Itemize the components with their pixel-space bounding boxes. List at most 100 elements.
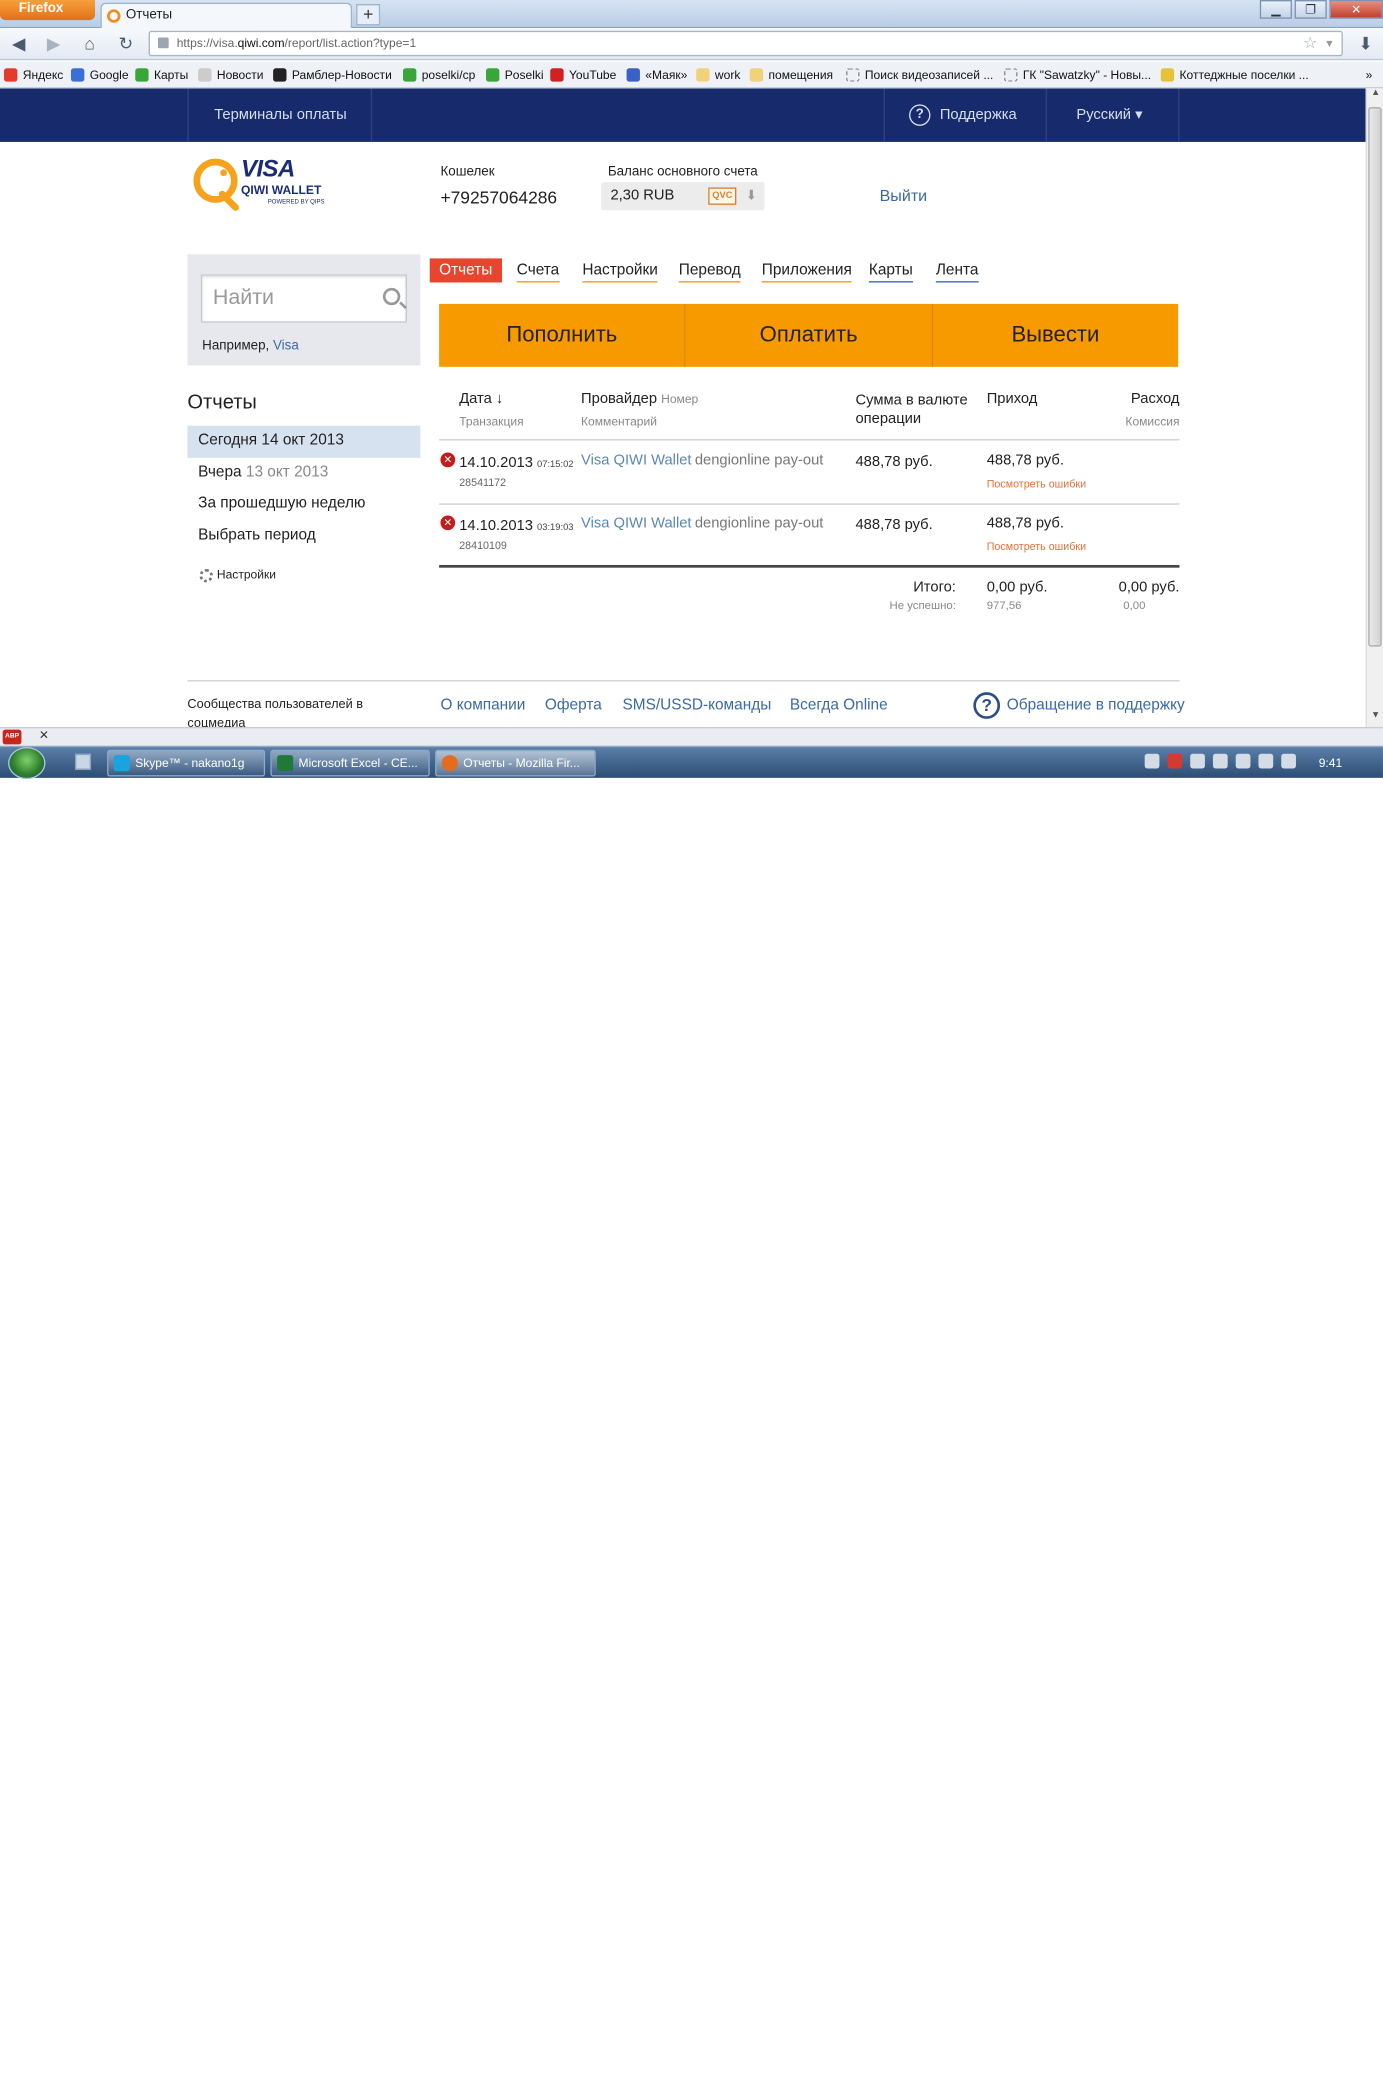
restore-icon[interactable]: ❐ — [1294, 0, 1327, 19]
url-dropdown-icon[interactable]: ▼ — [1324, 32, 1335, 55]
tab-apps[interactable]: Приложения — [761, 258, 852, 283]
period-yesterday[interactable]: Вчера 13 окт 2013 — [187, 457, 420, 488]
vertical-scrollbar[interactable]: ▲ ▼ — [1365, 88, 1383, 727]
tray-icon[interactable] — [1190, 753, 1205, 769]
period-week[interactable]: За прошедшую неделю — [187, 489, 420, 520]
bookmark-item[interactable]: Поиск видеозаписей ... — [846, 62, 993, 87]
firefox-menu-button[interactable]: Firefox — [0, 0, 96, 21]
taskbar-excel[interactable]: Microsoft Excel - CE... — [270, 749, 430, 777]
failed-expense: 0,00 — [1123, 598, 1146, 612]
bookmark-star-icon[interactable]: ☆ — [1303, 32, 1317, 55]
tab-reports[interactable]: Отчеты — [429, 258, 502, 283]
start-button[interactable] — [8, 747, 46, 780]
col-date[interactable]: Дата ↓ — [459, 391, 503, 407]
search-placeholder: Найти — [212, 286, 274, 310]
scroll-up-icon[interactable]: ▲ — [1367, 88, 1383, 104]
balance-selector[interactable]: 2,30 RUB QVC ⬇ — [601, 182, 765, 211]
bookmark-item[interactable]: Яндекс — [4, 62, 63, 87]
close-addon-bar-icon[interactable]: ✕ — [39, 728, 49, 743]
bookmark-folder[interactable]: work — [696, 62, 740, 87]
table-row[interactable]: ✕ 14.10.2013 07:15:02 28541172 Visa QIWI… — [439, 442, 1180, 505]
reload-icon[interactable]: ↻ — [115, 33, 136, 54]
forward-icon[interactable]: ▶ — [43, 33, 64, 54]
support-request-link[interactable]: ? Обращение в поддержку — [973, 692, 1185, 719]
search-input[interactable]: Найти — [200, 274, 407, 323]
search-icon[interactable] — [382, 287, 401, 306]
taskbar-skype[interactable]: Skype™ - nakano1g — [107, 749, 266, 777]
pay-button[interactable]: Оплатить — [686, 303, 933, 367]
footer-link-offer[interactable]: Оферта — [545, 698, 602, 714]
minimize-icon[interactable]: ▁ — [1259, 0, 1292, 19]
row-provider[interactable]: Visa QIWI Wallet — [581, 453, 691, 469]
nav-divider — [187, 88, 189, 142]
footer-link-sms[interactable]: SMS/USSD-команды — [623, 698, 772, 714]
view-errors-link[interactable]: Посмотреть ошибки — [987, 541, 1086, 553]
tray-icon[interactable] — [1167, 753, 1183, 769]
tab-accounts[interactable]: Счета — [516, 258, 560, 283]
adblock-icon[interactable]: ABP — [2, 729, 22, 745]
taskbar-clock[interactable]: 9:41 — [1319, 747, 1342, 779]
support-label: Поддержка — [939, 107, 1017, 124]
bookmark-item[interactable]: ГК "Sawatzky" - Новы... — [1004, 62, 1151, 87]
withdraw-button[interactable]: Вывести — [933, 304, 1178, 367]
terminals-link[interactable]: Терминалы оплаты — [214, 88, 346, 142]
bookmark-item[interactable]: Карты — [135, 62, 188, 87]
bookmark-folder[interactable]: помещения — [749, 62, 833, 87]
logout-link[interactable]: Выйти — [880, 186, 928, 205]
tray-icon[interactable] — [1144, 753, 1160, 769]
show-desktop-icon[interactable] — [74, 753, 92, 770]
browser-tab[interactable]: Отчеты — [100, 2, 353, 29]
action-buttons: Пополнить Оплатить Вывести — [439, 303, 1179, 367]
bookmark-item[interactable]: «Маяк» — [626, 62, 687, 87]
period-today[interactable]: Сегодня 14 окт 2013 — [187, 425, 421, 458]
tray-icon[interactable] — [1212, 753, 1228, 769]
table-row[interactable]: ✕ 14.10.2013 03:19:03 28410109 Visa QIWI… — [439, 505, 1180, 568]
failed-label: Не успешно: — [889, 598, 956, 612]
footer-link-about[interactable]: О компании — [440, 698, 525, 714]
tab-cards[interactable]: Карты — [868, 258, 913, 283]
bookmark-item[interactable]: Google — [70, 62, 129, 87]
tab-transfer[interactable]: Перевод — [678, 258, 741, 283]
url-bar[interactable]: https://visa.qiwi.com/report/list.action… — [148, 30, 1343, 57]
topup-button[interactable]: Пополнить — [439, 303, 686, 367]
network-icon[interactable] — [1258, 753, 1274, 769]
tray-icon[interactable] — [1235, 753, 1251, 769]
tab-feed[interactable]: Лента — [935, 258, 979, 283]
bookmark-item[interactable]: Коттеджные поселки ... — [1160, 62, 1309, 87]
new-tab-button[interactable]: + — [356, 4, 381, 26]
language-selector[interactable]: Русский ▾ — [1076, 88, 1142, 142]
help-icon: ? — [909, 104, 931, 126]
arrow-down-icon[interactable]: ⬇ — [746, 182, 757, 210]
scrollbar-thumb[interactable] — [1368, 107, 1382, 647]
volume-icon[interactable] — [1281, 753, 1296, 769]
footer-link-online[interactable]: Всегда Online — [790, 698, 888, 714]
bookmark-item[interactable]: poselki/cp — [402, 62, 475, 87]
qvc-badge: QVC — [708, 187, 737, 205]
search-example-link[interactable]: Visa — [273, 339, 299, 354]
row-provider[interactable]: Visa QIWI Wallet — [581, 515, 691, 531]
period-custom[interactable]: Выбрать период — [187, 520, 420, 551]
nav-divider — [370, 88, 373, 142]
support-link[interactable]: ? Поддержка — [909, 88, 1017, 142]
taskbar-firefox[interactable]: Отчеты - Mozilla Fir... — [435, 749, 596, 777]
view-errors-link[interactable]: Посмотреть ошибки — [987, 478, 1086, 490]
period-list: Сегодня 14 окт 2013 Вчера 13 окт 2013 За… — [187, 425, 421, 552]
bookmarks-overflow-icon[interactable]: » — [1366, 62, 1373, 87]
scroll-down-icon[interactable]: ▼ — [1367, 711, 1383, 727]
close-window-icon[interactable]: ✕ — [1329, 0, 1383, 19]
report-settings-link[interactable]: Настройки — [199, 568, 276, 582]
bookmark-item[interactable]: Рамблер-Новости — [273, 62, 392, 87]
row-date: 14.10.2013 03:19:03 — [459, 518, 574, 535]
back-icon[interactable]: ◀ — [8, 33, 29, 54]
total-income: 0,00 руб. — [986, 579, 1048, 596]
bookmark-item[interactable]: Poselki — [485, 62, 544, 87]
bookmark-item[interactable]: YouTube — [550, 62, 616, 87]
nav-divider — [1045, 88, 1047, 142]
lock-icon — [157, 37, 169, 49]
home-icon[interactable]: ⌂ — [79, 33, 100, 54]
bookmark-item[interactable]: Новости — [198, 62, 264, 87]
download-icon[interactable]: ⬇ — [1355, 33, 1376, 54]
tab-settings[interactable]: Настройки — [582, 258, 658, 283]
row-comment: dengionline pay-out — [694, 515, 824, 532]
visa-qiwi-logo[interactable]: VISA QIWI WALLET POWERED BY QIPS — [190, 155, 337, 212]
